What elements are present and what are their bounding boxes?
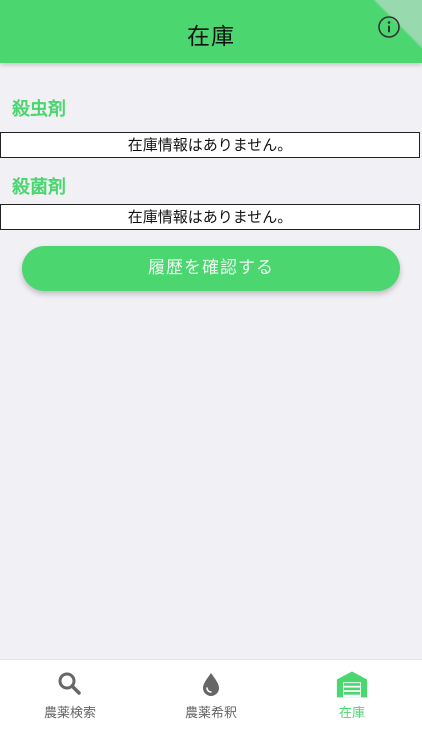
section-title-insecticide: 殺虫剤: [12, 99, 66, 120]
fungicide-stock-box: 在庫情報はありません。: [0, 204, 420, 230]
fungicide-stock-message: 在庫情報はありません。: [127, 208, 293, 226]
tab-pesticide-search[interactable]: 農薬検索: [0, 668, 140, 721]
page-title: 在庫: [187, 24, 235, 50]
tab-stock[interactable]: 在庫: [282, 668, 422, 721]
check-history-button[interactable]: 履歴を確認する: [22, 246, 400, 291]
app-header: 在庫: [0, 0, 422, 63]
drop-icon: [203, 673, 219, 696]
bottom-tab-bar: 農薬検索 農薬希釈 在庫: [0, 659, 422, 750]
insecticide-stock-box: 在庫情報はありません。: [0, 132, 420, 158]
tab-label: 在庫: [338, 706, 365, 721]
tab-pesticide-dilution[interactable]: 農薬希釈: [141, 668, 281, 721]
section-title-fungicide: 殺菌剤: [12, 177, 66, 198]
search-icon: [58, 672, 81, 695]
info-icon: [378, 16, 400, 38]
warehouse-icon: [336, 671, 368, 698]
tab-label: 農薬希釈: [184, 706, 237, 721]
tab-label: 農薬検索: [43, 706, 96, 721]
info-button[interactable]: [377, 15, 401, 39]
insecticide-stock-message: 在庫情報はありません。: [127, 136, 293, 154]
